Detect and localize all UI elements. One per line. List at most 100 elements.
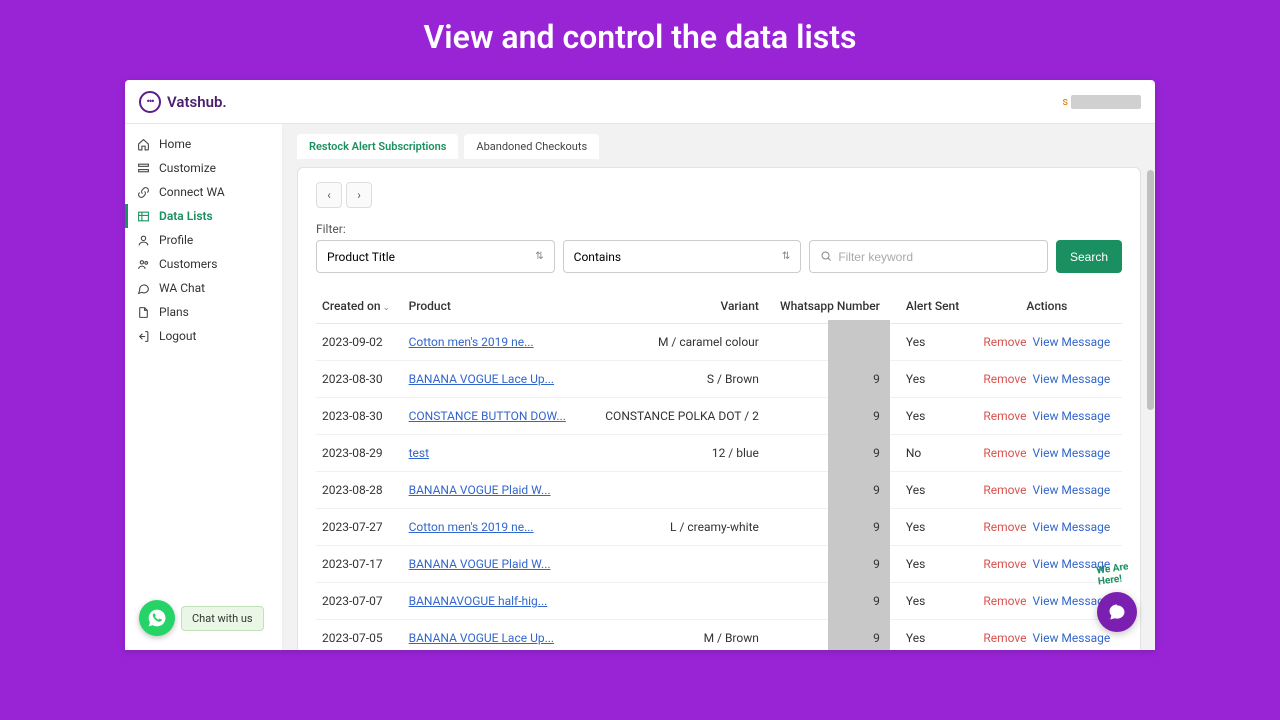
remove-link[interactable]: Remove [983, 372, 1026, 386]
scrollbar[interactable] [1147, 170, 1154, 410]
table-icon [137, 210, 151, 223]
chat-widget[interactable]: We Are Here! [1097, 592, 1137, 632]
sidebar-item-label: Customers [159, 257, 217, 271]
view-message-link[interactable]: View Message [1033, 335, 1111, 349]
view-message-link[interactable]: View Message [1033, 483, 1111, 497]
table-row: 2023-07-17BANANA VOGUE Plaid W...9YesRem… [316, 546, 1122, 583]
whatsapp-widget[interactable]: Chat with us [139, 600, 264, 636]
sidebar-item-label: Plans [159, 305, 189, 319]
brand-logo[interactable]: ••• Vatshub. [139, 91, 227, 113]
tab-restock-alerts[interactable]: Restock Alert Subscriptions [297, 134, 458, 159]
whatsapp-chat-label: Chat with us [181, 606, 264, 631]
main-panel: Restock Alert Subscriptions Abandoned Ch… [283, 124, 1155, 650]
app-window: ••• Vatshub. s Home Customize [125, 80, 1155, 650]
cell-alert: Yes [886, 546, 972, 583]
file-icon [137, 306, 151, 319]
sidebar-item-connect-wa[interactable]: Connect WA [125, 180, 282, 204]
filter-operator-value: Contains [574, 250, 621, 264]
sort-desc-icon: ⌄ [383, 303, 391, 313]
cell-created: 2023-09-02 [316, 324, 403, 361]
table-row: 2023-07-05BANANA VOGUE Lace Up...M / Bro… [316, 620, 1122, 651]
content-card: ‹ › Filter: Product Title ⇅ Contains ⇅ [297, 167, 1141, 650]
sidebar-item-data-lists[interactable]: Data Lists [125, 204, 282, 228]
cell-alert: Yes [886, 620, 972, 651]
product-link[interactable]: Cotton men's 2019 ne... [409, 520, 534, 534]
table-row: 2023-07-27Cotton men's 2019 ne...L / cre… [316, 509, 1122, 546]
cell-actions: Remove View Message [972, 361, 1122, 398]
remove-link[interactable]: Remove [983, 594, 1026, 608]
cell-actions: Remove View Message [972, 435, 1122, 472]
filter-keyword-input[interactable] [838, 250, 1037, 264]
remove-link[interactable]: Remove [983, 446, 1026, 460]
cell-actions: Remove View Message [972, 398, 1122, 435]
filter-keyword-box [809, 240, 1048, 273]
sidebar-item-customers[interactable]: Customers [125, 252, 282, 276]
users-icon [137, 258, 151, 271]
filter-operator-select[interactable]: Contains ⇅ [563, 240, 802, 273]
product-link[interactable]: CONSTANCE BUTTON DOW... [409, 409, 566, 423]
cell-alert: Yes [886, 361, 972, 398]
sidebar-item-plans[interactable]: Plans [125, 300, 282, 324]
remove-link[interactable]: Remove [983, 557, 1026, 571]
cell-product: BANANA VOGUE Plaid W... [403, 546, 586, 583]
col-alert[interactable]: Alert Sent [886, 289, 972, 324]
product-link[interactable]: Cotton men's 2019 ne... [409, 335, 534, 349]
pager-next-button[interactable]: › [346, 182, 372, 208]
product-link[interactable]: BANANA VOGUE Lace Up... [409, 631, 554, 645]
cell-whatsapp: 9 [765, 324, 886, 361]
cell-whatsapp: 9 [765, 620, 886, 651]
chevron-updown-icon: ⇅ [782, 251, 790, 262]
sliders-icon [137, 162, 151, 175]
sidebar-item-customize[interactable]: Customize [125, 156, 282, 180]
logout-icon [137, 330, 151, 343]
cell-whatsapp: 9 [765, 546, 886, 583]
cell-actions: Remove View Message [972, 472, 1122, 509]
product-link[interactable]: BANANA VOGUE Plaid W... [409, 483, 551, 497]
product-link[interactable]: BANANA VOGUE Lace Up... [409, 372, 554, 386]
cell-actions: Remove View Message [972, 509, 1122, 546]
sidebar-item-profile[interactable]: Profile [125, 228, 282, 252]
col-created[interactable]: Created on⌄ [316, 289, 403, 324]
remove-link[interactable]: Remove [983, 631, 1026, 645]
remove-link[interactable]: Remove [983, 520, 1026, 534]
product-link[interactable]: BANANA VOGUE Plaid W... [409, 557, 551, 571]
view-message-link[interactable]: View Message [1033, 372, 1111, 386]
table-row: 2023-08-30CONSTANCE BUTTON DOW...CONSTAN… [316, 398, 1122, 435]
remove-link[interactable]: Remove [983, 335, 1026, 349]
table-row: 2023-09-02Cotton men's 2019 ne...M / car… [316, 324, 1122, 361]
col-whatsapp[interactable]: Whatsapp Number [765, 289, 886, 324]
search-button[interactable]: Search [1056, 240, 1122, 273]
pager-prev-button[interactable]: ‹ [316, 182, 342, 208]
cell-created: 2023-08-28 [316, 472, 403, 509]
whatsapp-icon [139, 600, 175, 636]
view-message-link[interactable]: View Message [1033, 409, 1111, 423]
sidebar-item-logout[interactable]: Logout [125, 324, 282, 348]
sidebar-item-wa-chat[interactable]: WA Chat [125, 276, 282, 300]
remove-link[interactable]: Remove [983, 483, 1026, 497]
remove-link[interactable]: Remove [983, 409, 1026, 423]
brand-name: Vatshub. [167, 93, 227, 111]
col-variant[interactable]: Variant [586, 289, 765, 324]
product-link[interactable]: test [409, 446, 429, 460]
view-message-link[interactable]: View Message [1033, 446, 1111, 460]
cell-created: 2023-08-29 [316, 435, 403, 472]
view-message-link[interactable]: View Message [1033, 520, 1111, 534]
cell-whatsapp: 9 [765, 472, 886, 509]
col-product[interactable]: Product [403, 289, 586, 324]
pager: ‹ › [316, 182, 1122, 208]
cell-actions: Remove View Message [972, 324, 1122, 361]
sidebar-item-home[interactable]: Home [125, 132, 282, 156]
tabs: Restock Alert Subscriptions Abandoned Ch… [283, 124, 1155, 159]
view-message-link[interactable]: View Message [1033, 631, 1111, 645]
cell-variant: CONSTANCE POLKA DOT / 2 [586, 398, 765, 435]
user-prefix: s [1062, 95, 1068, 108]
tab-abandoned-checkouts[interactable]: Abandoned Checkouts [464, 134, 599, 159]
table-row: 2023-07-07BANANAVOGUE half-hig...9YesRem… [316, 583, 1122, 620]
chat-icon [137, 282, 151, 295]
cell-alert: No [886, 435, 972, 472]
user-chip[interactable] [1071, 95, 1141, 109]
link-icon [137, 186, 151, 199]
cell-product: test [403, 435, 586, 472]
product-link[interactable]: BANANAVOGUE half-hig... [409, 594, 548, 608]
filter-field-select[interactable]: Product Title ⇅ [316, 240, 555, 273]
